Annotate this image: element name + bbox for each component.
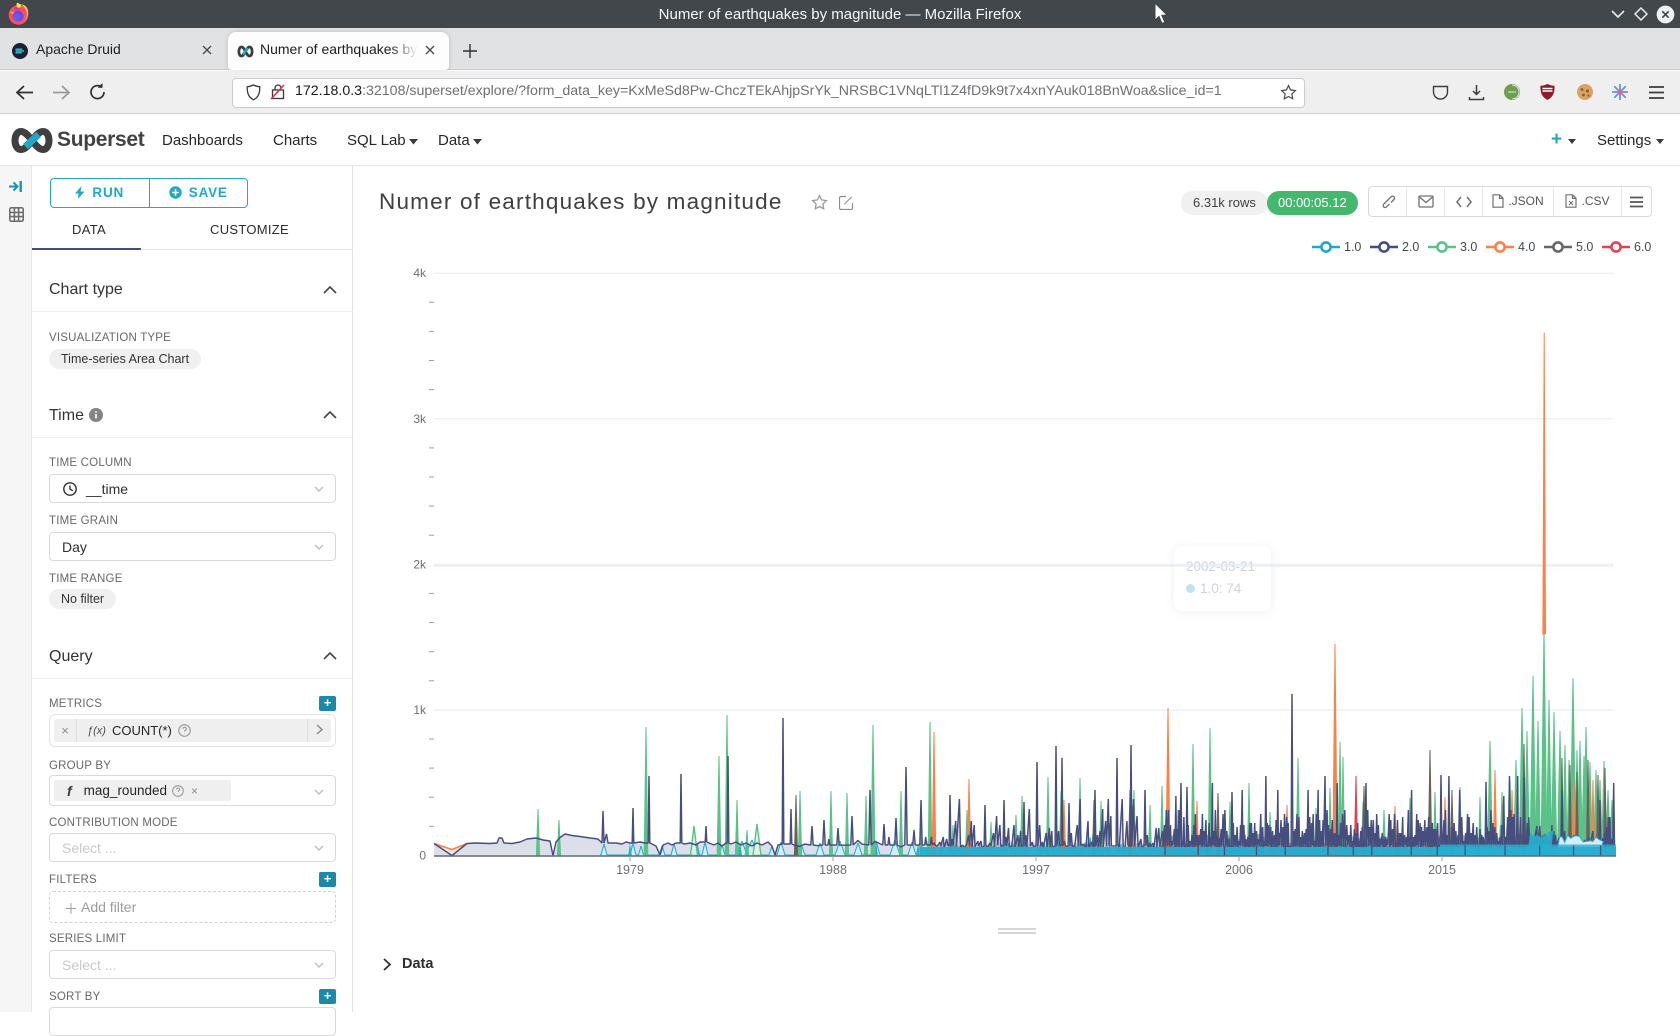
svg-text:2k: 2k — [413, 557, 427, 571]
svg-text:2015: 2015 — [1428, 863, 1456, 877]
svg-text:1979: 1979 — [616, 863, 644, 877]
svg-text:0: 0 — [419, 849, 426, 863]
svg-text:1k: 1k — [413, 703, 427, 717]
svg-text:2006: 2006 — [1225, 863, 1253, 877]
svg-text:4k: 4k — [413, 266, 427, 280]
svg-text:1988: 1988 — [819, 863, 847, 877]
svg-text:1997: 1997 — [1022, 863, 1050, 877]
svg-text:3k: 3k — [413, 412, 427, 426]
